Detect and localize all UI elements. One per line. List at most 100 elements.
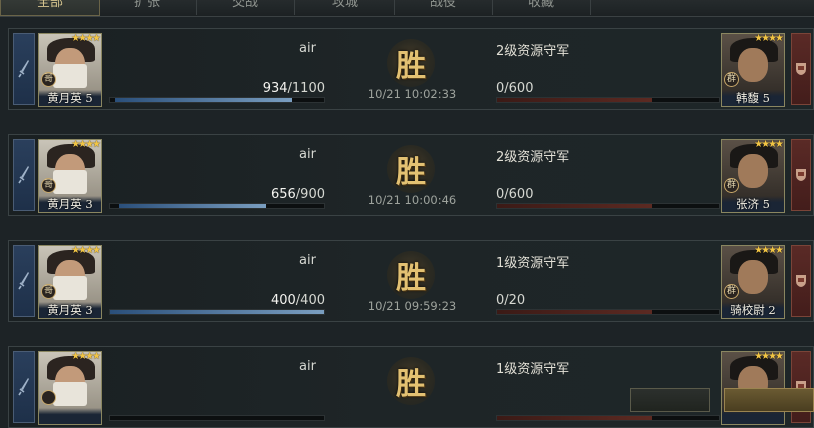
defender-troop-bar xyxy=(496,309,720,315)
self-general-name xyxy=(39,408,101,424)
faction-badge: 哥 xyxy=(41,284,56,299)
victory-seal: 胜 xyxy=(387,357,435,405)
star-rating-icon: ★★★★ xyxy=(754,33,784,44)
self-general-portrait[interactable]: ★★★★ 哥 黄月英 3 xyxy=(38,245,102,319)
player-name: air xyxy=(299,253,316,268)
tab-siege[interactable]: 攻城 xyxy=(296,0,395,15)
troop-bar-fill xyxy=(118,204,266,208)
star-rating-icon: ★★★★ xyxy=(754,139,784,150)
bottom-button-right[interactable] xyxy=(724,388,814,412)
troop-count: 934/1100 xyxy=(262,81,325,96)
troop-bar xyxy=(109,97,325,103)
faction-badge xyxy=(41,390,56,405)
defender-bar-fill xyxy=(497,98,653,102)
bottom-button-left[interactable] xyxy=(630,388,710,412)
star-rating-icon: ★★★★ xyxy=(754,351,784,362)
tab-campaign[interactable]: 战役 xyxy=(394,0,493,15)
portrait-face xyxy=(738,154,768,188)
defense-strip xyxy=(791,139,811,211)
sword-icon xyxy=(18,377,30,397)
victory-seal: 胜 xyxy=(387,39,435,87)
sword-icon xyxy=(18,59,30,79)
defense-strip xyxy=(791,33,811,105)
shield-icon xyxy=(795,274,807,288)
battle-time: 10/21 10:02:33 xyxy=(367,87,457,101)
defender-troops: 0/600 xyxy=(496,187,534,202)
battle-report-item[interactable]: ★★★★ 哥 黄月英 3 air 656/900 胜 10/21 10:00:4… xyxy=(8,134,814,216)
star-rating-icon: ★★★★ xyxy=(71,33,101,44)
self-general-portrait[interactable]: ★★★★ 哥 黄月英 3 xyxy=(38,139,102,213)
self-general-portrait[interactable]: ★★★★ 哥 黄月英 5 xyxy=(38,33,102,107)
faction-badge: 群 xyxy=(724,284,739,299)
star-rating-icon: ★★★★ xyxy=(71,351,101,362)
portrait-veil xyxy=(53,382,87,406)
defender-bar-fill xyxy=(497,416,653,420)
faction-badge: 群 xyxy=(724,178,739,193)
portrait-face xyxy=(738,260,768,294)
shield-icon xyxy=(795,168,807,182)
star-rating-icon: ★★★★ xyxy=(71,245,101,256)
attack-strip xyxy=(13,139,35,211)
attack-strip xyxy=(13,245,35,317)
attack-strip xyxy=(13,33,35,105)
enemy-general-portrait[interactable]: ★★★★ 群 张济 5 xyxy=(721,139,785,213)
troop-count: 656/900 xyxy=(270,187,325,202)
self-general-name: 黄月英 5 xyxy=(39,90,101,106)
enemy-general-name: 张济 5 xyxy=(722,196,784,212)
tab-favorites[interactable]: 收藏 xyxy=(492,0,591,15)
faction-badge: 哥 xyxy=(41,178,56,193)
shield-icon xyxy=(795,62,807,76)
defender-name: 1级资源守军 xyxy=(496,256,570,271)
portrait-veil xyxy=(53,170,87,194)
defense-strip xyxy=(791,245,811,317)
victory-seal: 胜 xyxy=(387,251,435,299)
defender-troop-bar xyxy=(496,203,720,209)
player-name: air xyxy=(299,147,316,162)
player-name: air xyxy=(299,41,316,56)
battle-time: 10/21 10:00:46 xyxy=(367,193,457,207)
battle-report-item[interactable]: ★★★★ 哥 黄月英 5 air 934/1100 胜 10/21 10:02:… xyxy=(8,28,814,110)
victory-seal: 胜 xyxy=(387,145,435,193)
battle-time: 10/21 09:59:23 xyxy=(367,299,457,313)
self-general-name: 黄月英 3 xyxy=(39,302,101,318)
troop-bar-fill xyxy=(114,98,292,102)
battle-report-item[interactable]: ★★★★ air 胜 1级资源守军 ★★★★ xyxy=(8,346,814,428)
defender-bar-fill xyxy=(497,204,653,208)
troop-bar-fill xyxy=(110,310,324,314)
defender-bar-fill xyxy=(497,310,653,314)
tab-expand[interactable]: 扩张 xyxy=(98,0,197,15)
enemy-general-portrait[interactable]: ★★★★ 群 韩馥 5 xyxy=(721,33,785,107)
portrait-veil xyxy=(53,64,87,88)
defense-strip xyxy=(791,351,811,423)
defender-name: 2级资源守军 xyxy=(496,44,570,59)
sword-icon xyxy=(18,271,30,291)
tab-battle[interactable]: 交战 xyxy=(196,0,295,15)
battle-report-item[interactable]: ★★★★ 哥 黄月英 3 air 400/400 胜 10/21 09:59:2… xyxy=(8,240,814,322)
self-general-portrait[interactable]: ★★★★ xyxy=(38,351,102,425)
troop-bar xyxy=(109,203,325,209)
defender-troop-bar xyxy=(496,97,720,103)
tab-bar: 全部 扩张 交战 攻城 战役 收藏 xyxy=(0,0,814,17)
defender-troop-bar xyxy=(496,415,720,421)
enemy-general-name: 韩馥 5 xyxy=(722,90,784,106)
defender-name: 2级资源守军 xyxy=(496,150,570,165)
faction-badge: 群 xyxy=(724,72,739,87)
player-name: air xyxy=(299,359,316,374)
enemy-general-portrait[interactable]: ★★★★ 群 骑校尉 2 xyxy=(721,245,785,319)
attack-strip xyxy=(13,351,35,423)
self-general-name: 黄月英 3 xyxy=(39,196,101,212)
defender-troops: 0/20 xyxy=(496,293,526,308)
troop-bar xyxy=(109,309,325,315)
sword-icon xyxy=(18,165,30,185)
defender-troops: 0/600 xyxy=(496,81,534,96)
star-rating-icon: ★★★★ xyxy=(71,139,101,150)
enemy-general-name: 骑校尉 2 xyxy=(722,302,784,318)
faction-badge: 哥 xyxy=(41,72,56,87)
troop-bar xyxy=(109,415,325,421)
portrait-veil xyxy=(53,276,87,300)
tab-all[interactable]: 全部 xyxy=(0,0,100,16)
portrait-face xyxy=(738,48,768,82)
defender-name: 1级资源守军 xyxy=(496,362,570,377)
star-rating-icon: ★★★★ xyxy=(754,245,784,256)
troop-count: 400/400 xyxy=(270,293,325,308)
